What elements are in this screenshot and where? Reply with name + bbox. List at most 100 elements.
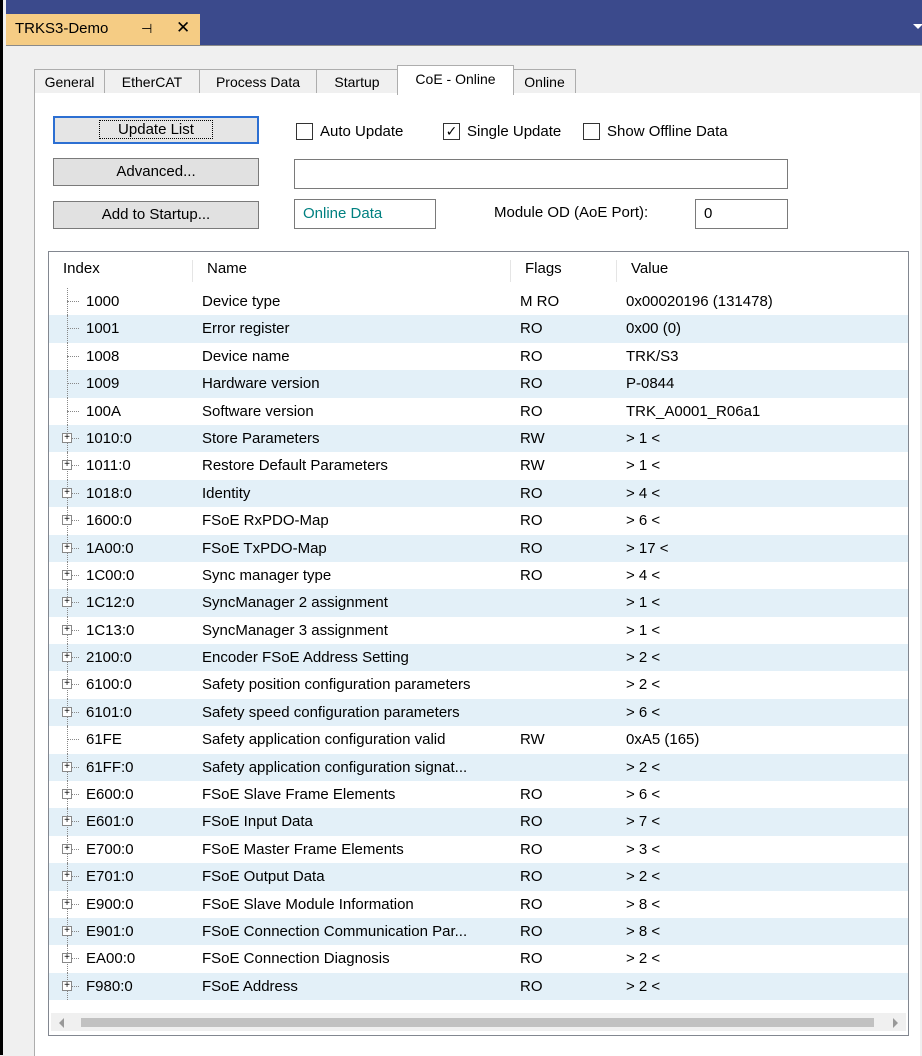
expand-icon[interactable]: + (62, 597, 72, 608)
table-row[interactable]: 1009 Hardware version RO P-0844 (49, 370, 908, 398)
show-offline-data-checkbox[interactable]: Show Offline Data (583, 122, 748, 142)
row-flags: RW (520, 429, 545, 447)
expand-icon[interactable]: + (62, 487, 72, 498)
row-value: 0xA5 (165) (626, 731, 700, 749)
row-flags: RO (520, 539, 543, 557)
row-value: 0x00020196 (131478) (626, 293, 773, 310)
table-row[interactable]: + E700:0 FSoE Master Frame Elements RO > 3 < (49, 835, 908, 864)
tree-connector-line (67, 410, 79, 412)
expand-icon[interactable]: + (62, 569, 72, 580)
table-row[interactable]: + EA00:0 FSoE Connection Diagnosis RO > 2 < (49, 945, 908, 973)
column-header-index[interactable]: Index (49, 260, 192, 282)
table-row[interactable]: +1011:0 Restore Default Parameters RW > 1 < (49, 452, 908, 480)
advanced-button[interactable]: Advanced... (53, 158, 259, 186)
table-row[interactable]: +1C12:0 SyncManager 2 assignment > 1 < (49, 589, 908, 617)
table-row[interactable]: +61FF:0 Safety application configuration … (49, 753, 908, 782)
table-row[interactable]: +1018:0 Identity RO > 4 < (49, 479, 908, 508)
expand-icon[interactable]: + (62, 679, 72, 690)
expand-icon[interactable]: + (62, 980, 72, 991)
expand-icon[interactable]: + (62, 816, 72, 827)
row-name: Identity (202, 484, 251, 502)
table-row[interactable]: +6100:0 Safety position configuration par… (49, 671, 908, 699)
row-flags: RO (520, 786, 543, 804)
row-index: F980:0 (86, 977, 133, 995)
row-flags: M RO (520, 293, 560, 310)
row-value: > 6 < (626, 703, 661, 721)
module-od-port-input[interactable]: 0 (695, 199, 788, 229)
object-dictionary-list[interactable]: Index Name Flags Value 1000 Device type M … (48, 251, 909, 1036)
expand-icon[interactable]: + (62, 515, 72, 526)
expand-icon[interactable]: + (62, 871, 72, 882)
expand-icon[interactable]: + (62, 953, 72, 964)
row-value: > 1 < (626, 457, 661, 475)
column-header-flags[interactable]: Flags (510, 260, 616, 282)
row-flags: RO (520, 566, 543, 584)
expand-icon[interactable]: + (62, 460, 72, 471)
row-value: > 8 < (626, 895, 661, 913)
row-index: 2100:0 (86, 649, 132, 667)
add-to-startup-button[interactable]: Add to Startup... (53, 201, 259, 229)
row-value: > 6 < (626, 512, 661, 530)
column-header-value[interactable]: Value (616, 260, 908, 282)
expand-icon[interactable]: + (62, 652, 72, 663)
expand-icon[interactable]: + (62, 706, 72, 717)
row-flags: RO (520, 813, 543, 831)
expand-icon[interactable]: + (62, 898, 72, 909)
tab-ethercat[interactable]: EtherCAT (104, 69, 200, 94)
table-row[interactable]: 61FE Safety application configuration val… (49, 726, 908, 754)
table-row[interactable]: 1001 Error register RO 0x00 (0) (49, 315, 908, 343)
tab-startup[interactable]: Startup (316, 69, 398, 94)
table-row[interactable]: +1600:0 FSoE RxPDO-Map RO > 6 < (49, 507, 908, 535)
tab-general[interactable]: General (34, 69, 105, 94)
row-index: 1009 (86, 375, 120, 393)
row-name: FSoE TxPDO-Map (202, 539, 327, 557)
pin-icon[interactable]: ⊣ (141, 21, 152, 37)
table-row[interactable]: 1000 Device type M RO 0x00020196 (131478) (49, 288, 908, 316)
expand-icon[interactable]: + (62, 925, 72, 936)
expand-icon[interactable]: + (62, 761, 72, 772)
expand-icon[interactable]: + (62, 432, 72, 443)
update-list-button[interactable]: Update List (53, 116, 259, 144)
row-name: SyncManager 2 assignment (202, 594, 388, 612)
horizontal-scrollbar[interactable] (51, 1013, 906, 1031)
chevron-down-icon[interactable] (913, 24, 922, 29)
scroll-left-icon[interactable] (59, 1018, 64, 1028)
row-flags: RO (520, 375, 543, 393)
table-row[interactable]: +2100:0 Encoder FSoE Address Setting > 2 < (49, 644, 908, 672)
table-row[interactable]: +1C00:0 Sync manager type RO > 4 < (49, 561, 908, 590)
expand-icon[interactable]: + (62, 624, 72, 635)
table-row[interactable]: +6101:0 Safety speed configuration parame… (49, 698, 908, 727)
row-name: FSoE Slave Module Information (202, 895, 414, 913)
list-header: Index Name Flags Value (49, 252, 908, 288)
row-index: E900:0 (86, 895, 134, 913)
advanced-text-field[interactable] (294, 159, 788, 189)
auto-update-checkbox[interactable]: Auto Update (296, 122, 426, 142)
tab-process-data[interactable]: Process Data (199, 69, 317, 94)
close-icon[interactable]: ✕ (176, 18, 190, 38)
single-update-checkbox[interactable]: ✓ Single Update (443, 122, 578, 142)
table-row[interactable]: + E600:0 FSoE Slave Frame Elements RO > 6 < (49, 781, 908, 809)
table-row[interactable]: +1010:0 Store Parameters RW > 1 < (49, 424, 908, 453)
tab-coe-online[interactable]: CoE - Online (397, 65, 514, 95)
show-offline-data-label: Show Offline Data (607, 123, 728, 140)
table-row[interactable]: + E901:0 FSoE Connection Communication Par… (49, 917, 908, 946)
tab-online[interactable]: Online (513, 69, 576, 94)
expand-icon[interactable]: + (62, 843, 72, 854)
table-row[interactable]: 100A Software version RO TRK_A0001_R06a1 (49, 397, 908, 425)
document-tab-title: TRKS3-Demo (15, 20, 109, 37)
row-index: 1008 (86, 347, 120, 365)
table-row[interactable]: +1C13:0 SyncManager 3 assignment > 1 < (49, 616, 908, 645)
expand-icon[interactable]: + (62, 789, 72, 800)
document-tab[interactable]: TRKS3-Demo ⊣ ✕ (6, 14, 200, 45)
expand-icon[interactable]: + (62, 542, 72, 553)
table-row[interactable]: + E701:0 FSoE Output Data RO > 2 < (49, 863, 908, 891)
table-row[interactable]: +1A00:0 FSoE TxPDO-Map RO > 17 < (49, 534, 908, 562)
scrollbar-thumb[interactable] (81, 1018, 874, 1027)
scroll-right-icon[interactable] (893, 1018, 898, 1028)
table-row[interactable]: + F980:0 FSoE Address RO > 2 < (49, 972, 908, 1001)
column-header-name[interactable]: Name (192, 260, 510, 282)
table-row[interactable]: + E601:0 FSoE Input Data RO > 7 < (49, 808, 908, 836)
tree-connector-line (67, 355, 79, 357)
table-row[interactable]: + E900:0 FSoE Slave Module Information RO > … (49, 890, 908, 918)
table-row[interactable]: 1008 Device name RO TRK/S3 (49, 342, 908, 371)
